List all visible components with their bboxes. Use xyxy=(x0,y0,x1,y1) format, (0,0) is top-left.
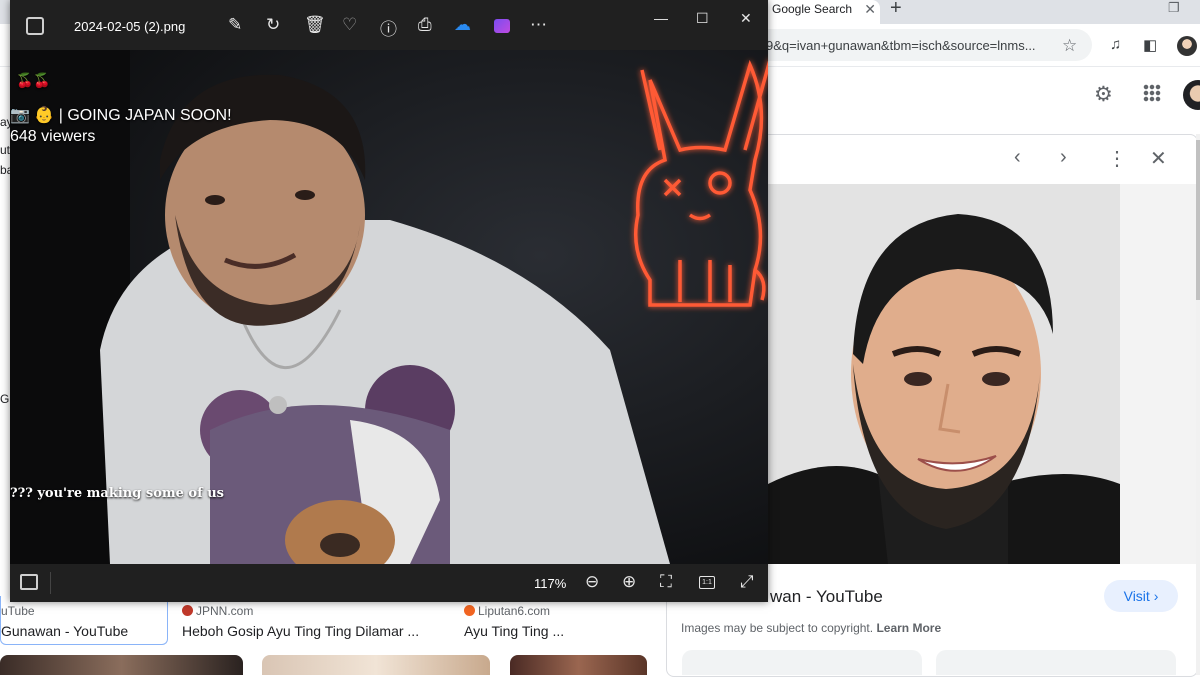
tab-title: Google Search xyxy=(772,2,853,16)
result-text-fragment: ut xyxy=(0,143,11,157)
preview-image[interactable] xyxy=(768,184,1120,564)
copyright-text: Images may be subject to copyright. xyxy=(681,621,874,635)
actual-size-icon[interactable]: 1:1 xyxy=(699,576,715,589)
chevron-right-icon[interactable]: › xyxy=(1060,146,1067,169)
preview-caption[interactable]: wan - YouTube xyxy=(770,587,883,607)
image-result-youtube[interactable]: uTube Gunawan - YouTube xyxy=(0,596,168,645)
related-image-thumbnail[interactable] xyxy=(682,650,922,675)
close-tab-icon[interactable]: ✕ xyxy=(864,1,876,18)
edit-image-icon[interactable]: ✎ xyxy=(228,15,242,35)
filmstrip-icon[interactable] xyxy=(20,574,38,590)
preview-image-background xyxy=(1120,184,1196,564)
image-thumbnail[interactable] xyxy=(510,655,647,675)
liputan6-favicon-icon xyxy=(464,605,475,616)
zoom-out-icon[interactable]: ⊖ xyxy=(585,572,599,592)
result-source-label: JPNN.com xyxy=(196,604,254,618)
image-thumbnail[interactable] xyxy=(262,655,490,675)
learn-more-link[interactable]: Learn More xyxy=(876,621,941,635)
result-title[interactable]: Ayu Ting Ting ... xyxy=(464,623,564,639)
media-queue-icon[interactable]: ♫ xyxy=(1110,36,1121,53)
visit-label: Visit xyxy=(1123,588,1150,604)
result-text-fragment: G xyxy=(0,392,10,406)
result-source: JPNN.com xyxy=(182,604,253,618)
scrollbar-thumb[interactable] xyxy=(1196,140,1200,300)
portrait-illustration xyxy=(768,184,1120,564)
settings-gear-icon[interactable]: ⚙ xyxy=(1094,82,1113,107)
result-title[interactable]: Heboh Gosip Ayu Ting Ting Dilamar ... xyxy=(182,623,419,639)
result-source: Liputan6.com xyxy=(464,604,550,618)
fit-to-window-icon[interactable]: ⛶ xyxy=(660,572,672,592)
jpnn-favicon-icon xyxy=(182,605,193,616)
chat-caption: ??? you're making some of us xyxy=(10,486,224,501)
side-panel-icon[interactable]: ◧ xyxy=(1143,36,1157,54)
new-tab-icon[interactable]: + xyxy=(890,0,902,20)
minimize-icon[interactable]: — xyxy=(654,10,668,26)
rotate-icon[interactable]: ↻ xyxy=(266,15,280,35)
video-editor-icon[interactable] xyxy=(494,19,510,33)
viewer-count: 648 viewers xyxy=(10,128,96,145)
viewed-photo[interactable]: 🍒🍒 📷 👶 | GOING JAPAN SOON! 648 viewers ?… xyxy=(10,50,768,564)
image-result-jpnn[interactable]: JPNN.com Heboh Gosip Ayu Ting Ting Dilam… xyxy=(182,596,442,644)
stream-title: 📷 👶 | GOING JAPAN SOON! xyxy=(10,107,232,124)
heart-icon[interactable]: ♡ xyxy=(342,15,357,35)
maximize-icon[interactable]: ☐ xyxy=(696,10,709,27)
zoom-level[interactable]: 117% xyxy=(534,576,566,591)
info-icon[interactable]: ⓘ xyxy=(380,15,397,40)
cherry-emoji-icon: 🍒🍒 xyxy=(16,72,51,88)
close-window-icon[interactable]: ✕ xyxy=(740,10,752,27)
chevron-left-icon[interactable]: ‹ xyxy=(1014,146,1021,169)
google-apps-icon[interactable] xyxy=(1143,84,1161,102)
divider xyxy=(50,572,51,594)
related-image-thumbnail[interactable] xyxy=(936,650,1176,675)
restore-window-icon[interactable]: ❐ xyxy=(1168,0,1180,16)
image-result-liputan6[interactable]: Liputan6.com Ayu Ting Ting ... xyxy=(464,596,654,644)
viewer-titlebar: 2024-02-05 (2).png ✎ ↻ 🗑 ♡ ⓘ ⎙ ☁ ⋯ — ☐ ✕ xyxy=(10,0,768,50)
print-icon[interactable]: ⎙ xyxy=(418,15,432,35)
result-title[interactable]: Gunawan - YouTube xyxy=(1,623,128,639)
result-source: uTube xyxy=(1,604,35,618)
image-thumbnail[interactable] xyxy=(0,655,243,675)
close-icon[interactable]: ✕ xyxy=(1150,146,1167,171)
url-text: 9&q=ivan+gunawan&tbm=isch&source=lnms... xyxy=(766,38,1036,53)
more-icon[interactable]: ⋯ xyxy=(530,15,547,35)
visit-button[interactable]: Visit › xyxy=(1104,580,1178,612)
viewer-statusbar: 117% ⊖ ⊕ ⛶ 1:1 ⤢ xyxy=(10,564,768,602)
zoom-in-icon[interactable]: ⊕ xyxy=(622,572,636,592)
tab-google-search[interactable]: Google Search ✕ xyxy=(762,0,880,24)
profile-avatar[interactable] xyxy=(1177,36,1197,56)
result-source-label: Liputan6.com xyxy=(478,604,551,618)
fullscreen-icon[interactable]: ⤢ xyxy=(740,572,754,592)
photos-app-icon xyxy=(26,17,44,35)
trash-icon[interactable]: 🗑 xyxy=(304,15,326,35)
file-name: 2024-02-05 (2).png xyxy=(74,19,186,34)
more-vert-icon[interactable]: ⋮ xyxy=(1107,146,1127,171)
cloud-icon[interactable]: ☁ xyxy=(454,15,471,35)
photos-viewer-window: 2024-02-05 (2).png ✎ ↻ 🗑 ♡ ⓘ ⎙ ☁ ⋯ — ☐ ✕ xyxy=(10,0,768,602)
bookmark-star-icon[interactable]: ☆ xyxy=(1062,36,1077,56)
copyright-notice: Images may be subject to copyright. Lear… xyxy=(681,621,941,635)
